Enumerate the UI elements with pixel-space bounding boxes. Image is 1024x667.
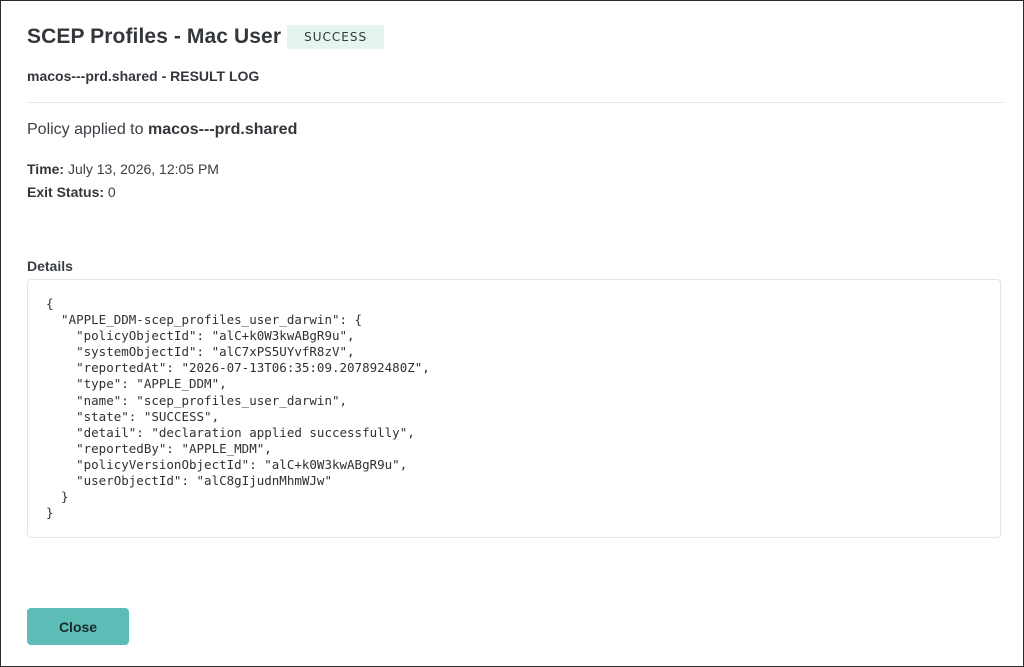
policy-target-name: macos---prd.shared	[147, 121, 298, 138]
exit-status-label: Exit Status:	[27, 184, 105, 200]
header-divider	[27, 102, 1003, 103]
result-log-dialog: SCEP Profiles - Mac User SUCCESS macos--…	[0, 0, 1024, 667]
policy-applied-prefix: Policy applied to	[27, 121, 148, 138]
close-button[interactable]: Close	[27, 608, 129, 645]
dialog-title: SCEP Profiles - Mac User	[27, 25, 282, 48]
time-row: Time: July 13, 2026, 12:05 PM	[27, 161, 219, 177]
policy-applied-line: Policy applied to macos---prd.shared	[27, 121, 297, 139]
result-log-subtitle: macos---prd.shared - RESULT LOG	[27, 68, 260, 84]
exit-status-row: Exit Status: 0	[27, 184, 116, 200]
dialog-header: SCEP Profiles - Mac User SUCCESS	[27, 25, 385, 49]
time-value: July 13, 2026, 12:05 PM	[64, 161, 219, 177]
details-code-box: { "APPLE_DDM-scep_profiles_user_darwin":…	[27, 279, 1001, 538]
exit-status-value: 0	[104, 184, 116, 200]
time-label: Time:	[27, 161, 65, 177]
status-badge: SUCCESS	[287, 25, 385, 49]
details-label: Details	[27, 258, 73, 274]
details-json: { "APPLE_DDM-scep_profiles_user_darwin":…	[46, 296, 430, 521]
